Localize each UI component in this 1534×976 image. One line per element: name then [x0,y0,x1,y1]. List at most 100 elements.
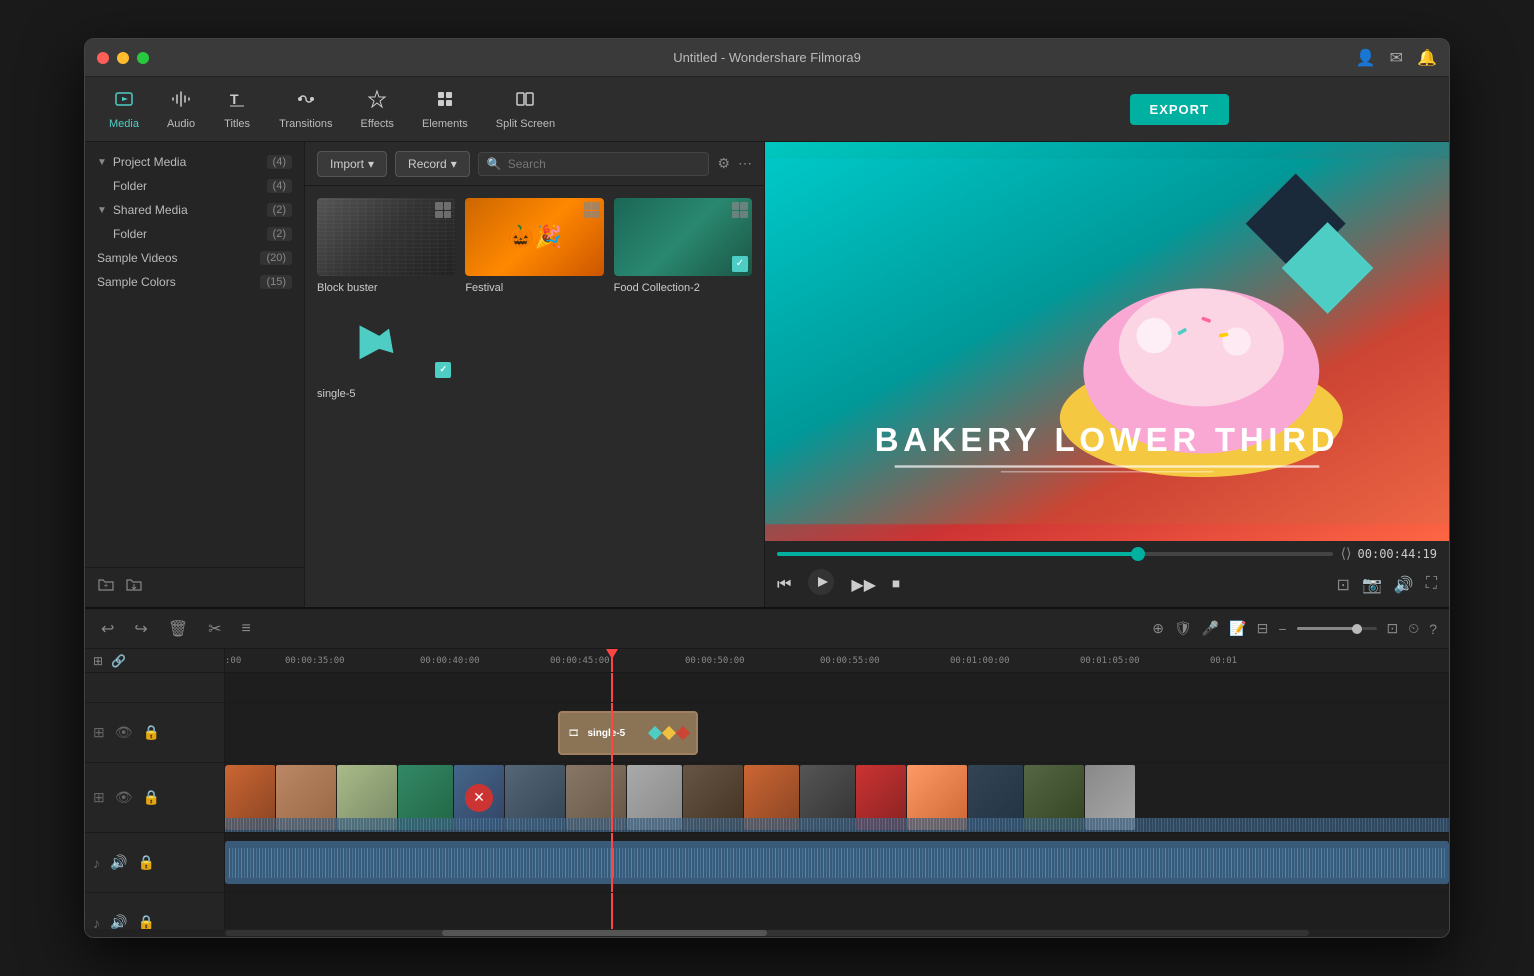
empty-vol-icon[interactable]: 🔊 [110,914,127,929]
preview-panel: BAKERY LOWER THIRD ⟨⟩ 00:00:44:19 [765,142,1449,607]
preview-right-controls: ⊡ 📷 🔊 ⛶ [1337,575,1437,595]
preview-video: BAKERY LOWER THIRD [765,142,1449,541]
play-button[interactable] [807,568,835,601]
toolbar-elements[interactable]: Elements [410,83,480,136]
zoom-slider[interactable] [1297,627,1377,630]
empty-note-icon[interactable]: ♪ [93,915,100,930]
audio-lock-icon[interactable]: 🔒 [137,854,154,871]
close-button[interactable] [97,52,109,64]
mail-icon[interactable]: ✉ [1390,48,1403,68]
progress-thumb [1131,547,1145,561]
toolbar-media[interactable]: Media [97,83,151,136]
redo-button[interactable]: ↪ [130,617,151,641]
view-icon[interactable]: ⋯ [738,155,752,172]
toolbar-titles[interactable]: T Titles [211,83,263,136]
video-lock-icon[interactable]: 🔒 [143,789,160,806]
link-icon[interactable]: 🔗 [111,654,126,668]
effect-clip-single5[interactable]: 🎞 single-5 [558,711,698,755]
single5-thumbnail: ✓ [317,304,455,382]
stop-button[interactable]: ⏹ [892,576,900,594]
maximize-button[interactable] [137,52,149,64]
sidebar-item-sample-colors[interactable]: Sample Colors (15) [85,270,304,294]
toolbar-audio[interactable]: Audio [155,83,207,136]
empty-track-controls: ♪ 🔊 🔒 [85,893,225,929]
media-item-foodcollection[interactable]: ✓ Food Collection-2 [614,198,752,294]
search-input[interactable] [508,157,701,171]
play-forward-button[interactable]: ▶▶ [851,575,876,595]
effect-eye-icon[interactable]: 👁 [115,724,133,741]
import-folder-icon[interactable] [125,576,143,599]
undo-button[interactable]: ↩ [97,617,118,641]
notification-icon[interactable]: 🔔 [1417,48,1437,68]
toolbar-splitscreen[interactable]: Split Screen [484,83,567,136]
effect-track-content: 🎞 single-5 [225,703,1449,762]
timeline-scrollbar[interactable] [85,929,1449,937]
sidebar-item-project-media[interactable]: ▼ Project Media (4) [85,150,304,174]
toolbar-transitions[interactable]: Transitions [267,83,344,136]
progress-track[interactable] [777,552,1333,556]
panel-tree: ▼ Project Media (4) Folder (4) ▼ Shared … [85,142,304,567]
text-icon[interactable]: 📝 [1229,620,1246,637]
zoom-thumb [1352,624,1362,634]
search-icon: 🔍 [487,157,502,171]
import-button[interactable]: Import ▾ [317,151,387,177]
zoom-track [1297,627,1377,630]
snap-icon[interactable]: ⊞ [93,654,103,668]
help-icon[interactable]: ? [1429,621,1437,637]
scrollbar-thumb[interactable] [442,930,767,936]
audio-volume-icon[interactable]: 🔊 [110,854,127,871]
playhead-video [611,763,613,832]
user-icon[interactable]: 👤 [1356,48,1376,68]
diamond-gold [662,726,676,740]
timeline-right-tools: ⊕ 🛡 🎤 📝 ⊟ − ⊡ ⏲ ? [1152,620,1437,637]
timeline-tracks: ⊞ 👁 🔒 🎞 single-5 [85,673,1449,929]
cut-button[interactable]: ✂ [204,617,225,641]
effect-lock-icon[interactable]: 🔒 [143,724,160,741]
video-grid-icon[interactable]: ⊞ [93,789,105,806]
audio-waveform [229,848,1445,878]
media-item-blockbuster[interactable]: Block buster [317,198,455,294]
audio-clip [225,841,1449,884]
record-button[interactable]: Record ▾ [395,151,470,177]
audio-note-icon[interactable]: ♪ [93,855,100,871]
record-label: Record [408,157,447,171]
video-eye-icon[interactable]: 👁 [115,789,133,806]
title-bar: Untitled - Wondershare Filmora9 👤 ✉ 🔔 [85,39,1449,77]
pip-icon[interactable]: ⊡ [1337,575,1350,595]
toolbar-effects[interactable]: Effects [349,83,406,136]
shield-icon[interactable]: 🛡 [1174,620,1192,637]
minimize-button[interactable] [117,52,129,64]
sidebar-item-shared-media[interactable]: ▼ Shared Media (2) [85,198,304,222]
export-button[interactable]: EXPORT [1130,94,1229,125]
media-item-festival[interactable]: Festival [465,198,603,294]
media-toolbar: Import ▾ Record ▾ 🔍 ⚙ ⋯ [305,142,764,186]
foodcollection-thumbnail: ✓ [614,198,752,276]
mic-icon[interactable]: 🎤 [1202,620,1219,637]
split-icon[interactable]: ⏲ [1408,620,1419,637]
fullscreen-icon[interactable]: ⛶ [1426,575,1437,595]
sidebar-item-folder-2[interactable]: Folder (2) [85,222,304,246]
delete-button[interactable]: 🗑 [164,617,192,641]
grid-badge-2 [584,202,600,218]
sidebar-item-sample-videos[interactable]: Sample Videos (20) [85,246,304,270]
filter-icon[interactable]: ⚙ [717,155,730,172]
add-media-icon[interactable]: ⊕ [1152,620,1164,637]
minus-icon[interactable]: − [1278,621,1286,637]
audio-track-controls: ♪ 🔊 🔒 [85,833,225,892]
effect-grid-icon[interactable]: ⊞ [93,724,105,741]
ruler-mark-1: 00:00:35:00 [285,656,345,666]
cut-marker: ✕ [465,784,493,812]
preview-controls: ⟨⟩ 00:00:44:19 ⏮ ▶▶ ⏹ ⊡ � [765,541,1449,607]
folder-1-count: (4) [267,179,292,193]
sidebar-item-folder-1[interactable]: Folder (4) [85,174,304,198]
camera-icon[interactable]: 📷 [1362,575,1382,595]
volume-icon[interactable]: 🔊 [1394,575,1414,595]
zoom-fit-icon[interactable]: ⊡ [1387,620,1399,637]
adjust-button[interactable]: ≡ [238,618,255,640]
media-item-single5[interactable]: ✓ single-5 [317,304,455,400]
new-folder-icon[interactable]: + [97,576,115,599]
go-start-button[interactable]: ⏮ [777,576,791,594]
empty-lock-icon[interactable]: 🔒 [137,914,154,929]
title-bar-actions: 👤 ✉ 🔔 [1356,48,1437,68]
pip-timeline-icon[interactable]: ⊟ [1257,620,1269,637]
